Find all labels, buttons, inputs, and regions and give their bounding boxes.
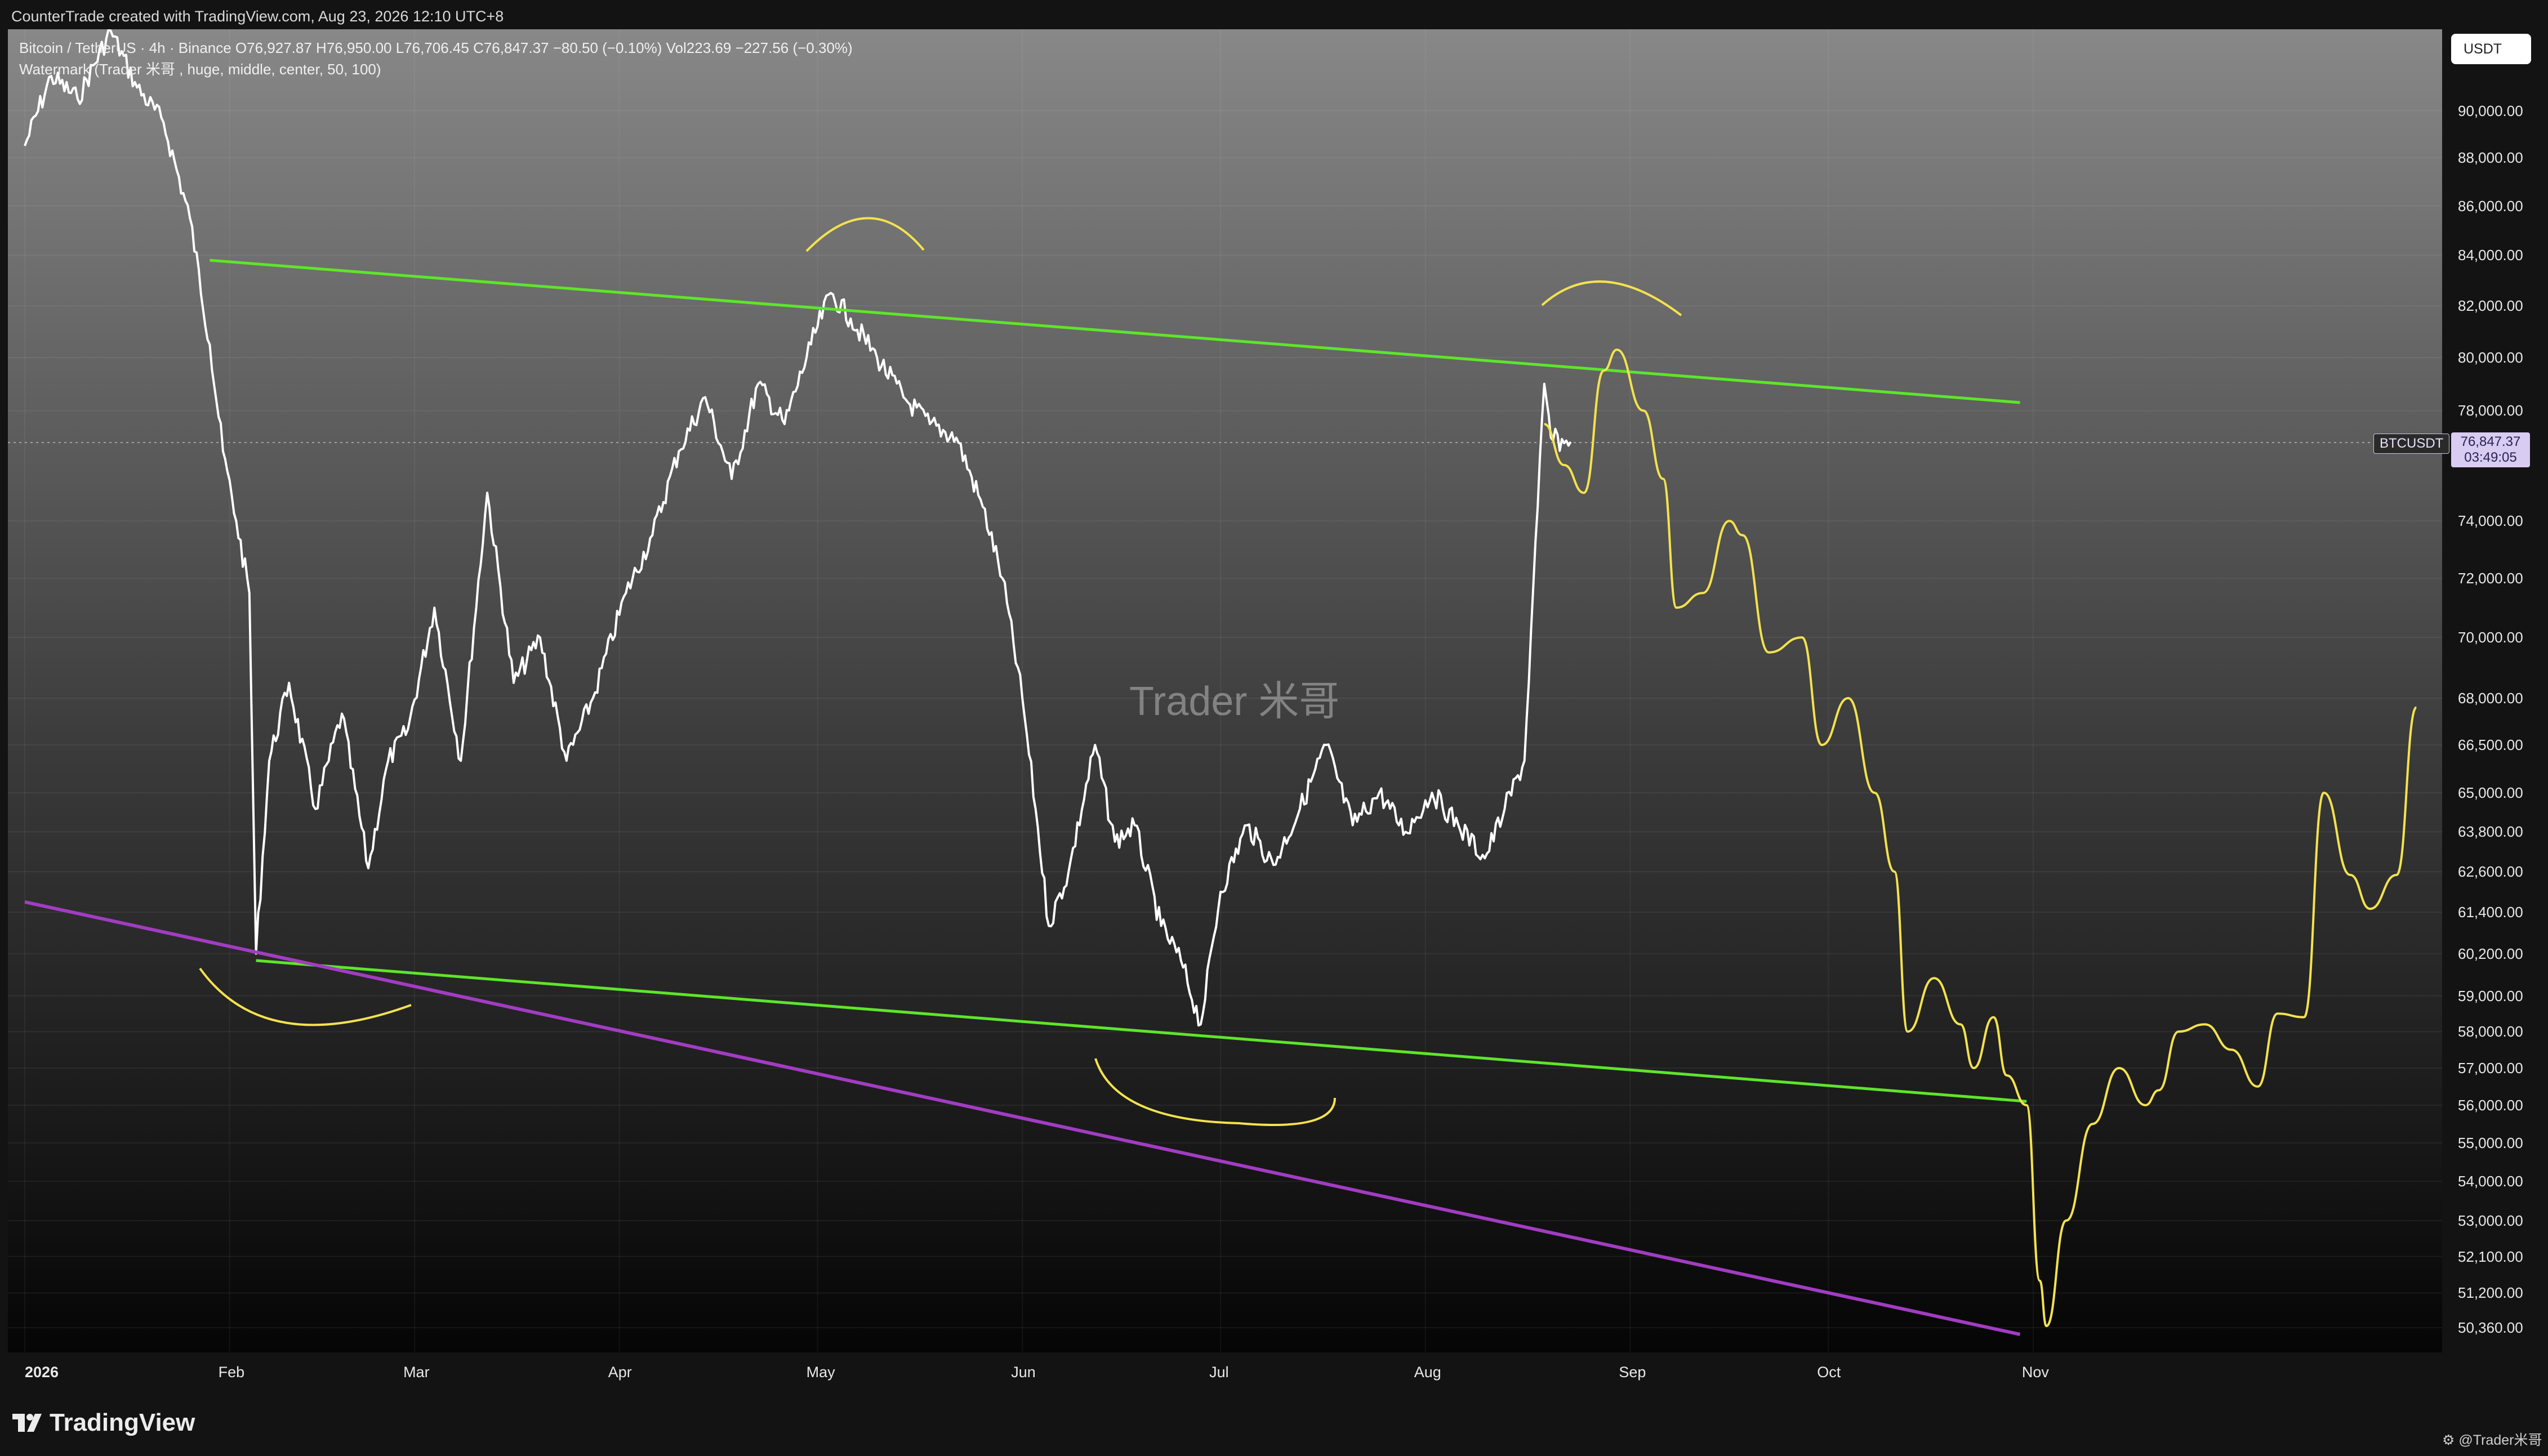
price-tick-label: 60,200.00 [2458, 945, 2523, 962]
price-tick-label: 74,000.00 [2458, 512, 2523, 530]
price-tick-label: 72,000.00 [2458, 570, 2523, 587]
time-tick-label: Sep [1619, 1364, 1646, 1381]
price-tick-label: 58,000.00 [2458, 1023, 2523, 1040]
time-tick-label: Feb [218, 1364, 245, 1381]
price-tick-label: 78,000.00 [2458, 402, 2523, 419]
watermark-text: Trader 米哥 [1129, 679, 1340, 724]
price-tick-label: 62,600.00 [2458, 863, 2523, 881]
price-tick-label: 90,000.00 [2458, 102, 2523, 119]
price-tick-label: 86,000.00 [2458, 197, 2523, 215]
symbol-price-tag: BTCUSDT [2373, 434, 2450, 454]
price-tick-label: 56,000.00 [2458, 1096, 2523, 1114]
chart-legend: Bitcoin / TetherUS · 4h · Binance O76,92… [19, 37, 853, 80]
price-tick-label: 50,360.00 [2458, 1319, 2523, 1337]
currency-button[interactable]: USDT [2451, 34, 2531, 64]
price-tick-label: 57,000.00 [2458, 1059, 2523, 1077]
price-tick-label: 65,000.00 [2458, 784, 2523, 801]
time-tick-label: Nov [2021, 1364, 2049, 1381]
time-tick-label: 2026 [25, 1364, 59, 1381]
time-tick-label: Mar [403, 1364, 430, 1381]
price-tick-label: 84,000.00 [2458, 247, 2523, 264]
price-tick-label: 66,500.00 [2458, 736, 2523, 754]
chart-canvas[interactable] [0, 0, 2548, 1456]
price-tick-label: 63,800.00 [2458, 823, 2523, 841]
price-tick-label: 80,000.00 [2458, 349, 2523, 366]
price-tick-label: 52,100.00 [2458, 1248, 2523, 1265]
brand-name: TradingView [50, 1409, 195, 1436]
price-tick-label: 51,200.00 [2458, 1284, 2523, 1302]
time-tick-label: Apr [608, 1364, 632, 1381]
tradingview-logo-icon [12, 1414, 42, 1432]
author-credit-text: @Trader米哥 [2458, 1432, 2542, 1448]
time-tick-label: Oct [1817, 1364, 1841, 1381]
time-tick-label: Aug [1414, 1364, 1441, 1381]
tradingview-brand[interactable]: TradingView [12, 1409, 195, 1437]
time-tick-label: Jul [1209, 1364, 1229, 1381]
indicator-legend[interactable]: Watermark (Trader 米哥 , huge, middle, cen… [19, 59, 853, 80]
price-tick-label: 82,000.00 [2458, 297, 2523, 315]
last-price-value: 76,847.37 [2460, 434, 2521, 449]
symbol-ohlc-legend[interactable]: Bitcoin / TetherUS · 4h · Binance O76,92… [19, 37, 853, 59]
chart-window: CounterTrade created with TradingView.co… [0, 0, 2548, 1456]
time-tick-label: Jun [1011, 1364, 1036, 1381]
last-price-marker: 76,847.37 03:49:05 [2451, 432, 2530, 467]
price-tick-label: 88,000.00 [2458, 149, 2523, 167]
price-tick-label: 55,000.00 [2458, 1134, 2523, 1151]
bar-countdown: 03:49:05 [2464, 450, 2517, 465]
time-tick-label: May [806, 1364, 835, 1381]
price-tick-label: 68,000.00 [2458, 690, 2523, 707]
snapshot-icon: ⚙ [2442, 1432, 2455, 1448]
price-tick-label: 61,400.00 [2458, 904, 2523, 921]
price-tick-label: 53,000.00 [2458, 1212, 2523, 1229]
price-tick-label: 70,000.00 [2458, 629, 2523, 646]
author-credit: ⚙ @Trader米哥 [2442, 1429, 2542, 1449]
price-tick-label: 59,000.00 [2458, 987, 2523, 1004]
price-tick-label: 54,000.00 [2458, 1173, 2523, 1190]
